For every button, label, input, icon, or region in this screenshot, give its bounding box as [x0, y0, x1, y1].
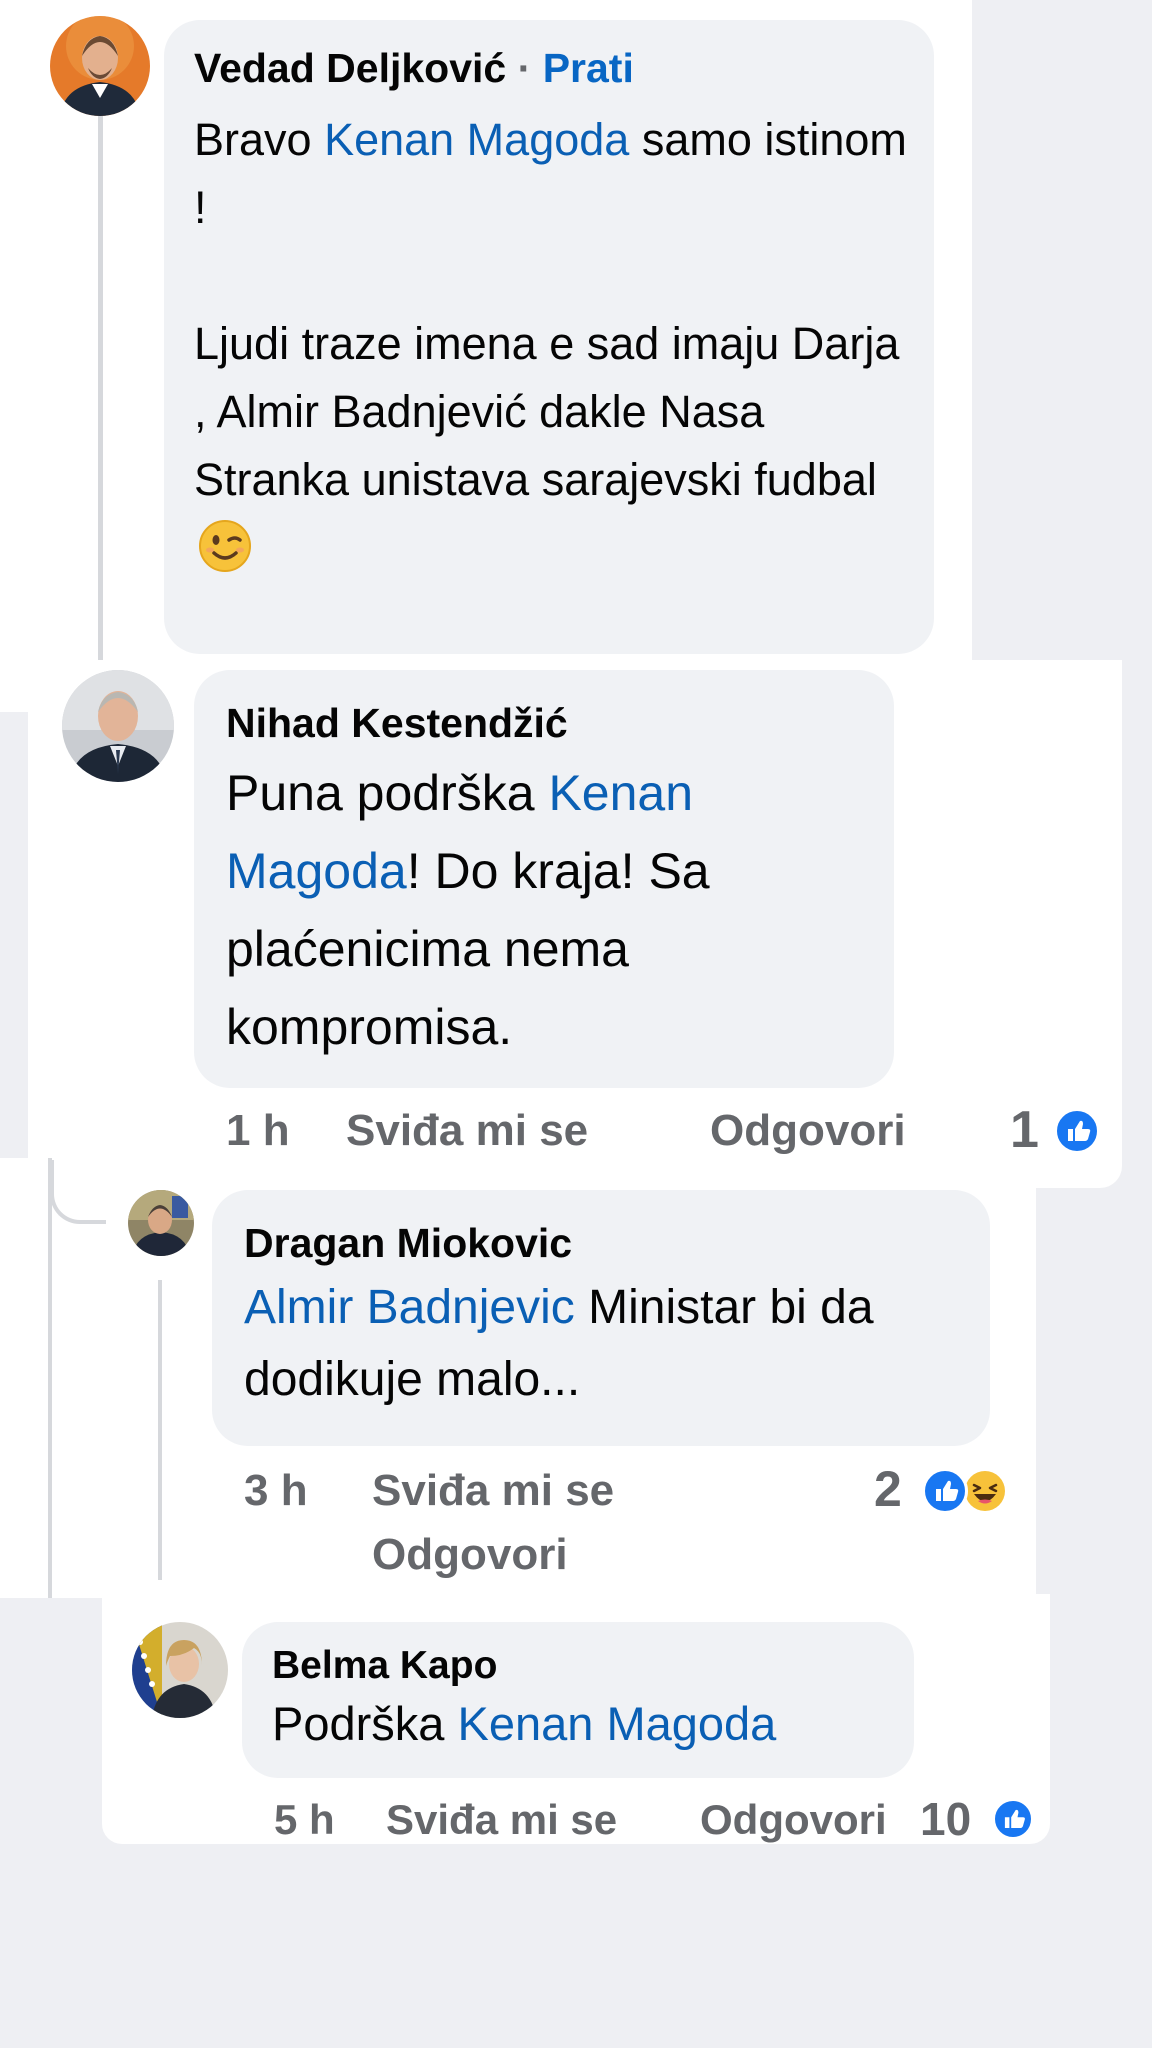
winking-face-icon [198, 519, 252, 573]
like-icon[interactable] [1054, 1108, 1100, 1154]
mention-link[interactable]: Kenan Magoda [324, 114, 629, 165]
thread-connector [50, 1160, 106, 1224]
like-icon[interactable] [922, 1468, 968, 1514]
separator-dot: · [517, 45, 532, 91]
avatar[interactable] [62, 670, 174, 782]
thread-line [48, 1158, 52, 1598]
comment-text: Bravo Kenan Magoda samo istinom ! [194, 106, 914, 242]
haha-icon[interactable] [962, 1468, 1008, 1514]
thread-line [158, 1280, 162, 1580]
comment-bubble[interactable]: Belma Kapo Podrška Kenan Magoda [242, 1622, 914, 1778]
thread-line [98, 116, 103, 660]
comment-timestamp[interactable]: 1 h [226, 1106, 290, 1156]
comment-author[interactable]: Belma Kapo [272, 1642, 886, 1690]
like-button[interactable]: Sviđa mi se [386, 1796, 617, 1844]
reaction-count[interactable]: 10 [920, 1792, 971, 1846]
like-icon[interactable] [992, 1798, 1034, 1840]
reaction-count[interactable]: 2 [874, 1460, 902, 1518]
comment-bubble[interactable]: Vedad Deljković · Prati Bravo Kenan Mago… [164, 20, 934, 654]
comment-text: Ljudi traze imena e sad imaju Darja , Al… [194, 310, 914, 582]
text-segment: Puna podrška [226, 765, 549, 821]
comment-author[interactable]: Dragan Miokovic [244, 1218, 962, 1268]
comment-timestamp[interactable]: 3 h [244, 1466, 308, 1516]
like-button[interactable]: Sviđa mi se [346, 1106, 588, 1156]
like-button[interactable]: Sviđa mi se [372, 1466, 614, 1516]
mention-link[interactable]: Almir Badnjevic [244, 1281, 575, 1334]
reply-button[interactable]: Odgovori [710, 1106, 906, 1156]
reply-button[interactable]: Odgovori [700, 1796, 887, 1844]
avatar[interactable] [50, 16, 150, 116]
reaction-count[interactable]: 1 [1010, 1100, 1039, 1160]
comment-bubble[interactable]: Dragan Miokovic Almir Badnjevic Ministar… [212, 1190, 990, 1446]
comment-author[interactable]: Nihad Kestendžić [226, 698, 864, 748]
text-segment: Podrška [272, 1697, 458, 1750]
follow-link[interactable]: Prati [543, 45, 634, 91]
comment-timestamp[interactable]: 5 h [274, 1796, 335, 1844]
comment-bubble[interactable]: Nihad Kestendžić Puna podrška Kenan Mago… [194, 670, 894, 1088]
reply-button[interactable]: Odgovori [372, 1530, 568, 1580]
text-segment: Bravo [194, 114, 325, 165]
text-segment: Ljudi traze imena e sad imaju Darja , Al… [194, 318, 900, 505]
avatar[interactable] [128, 1190, 194, 1256]
avatar[interactable] [132, 1622, 228, 1718]
comment-text: Podrška Kenan Magoda [272, 1692, 886, 1756]
comment-author[interactable]: Vedad Deljković [194, 45, 506, 91]
comment-text: Almir Badnjevic Ministar bi da dodikuje … [244, 1272, 974, 1416]
mention-link[interactable]: Kenan Magoda [457, 1697, 776, 1750]
comment-text: Puna podrška Kenan Magoda! Do kraja! Sa … [226, 754, 876, 1066]
